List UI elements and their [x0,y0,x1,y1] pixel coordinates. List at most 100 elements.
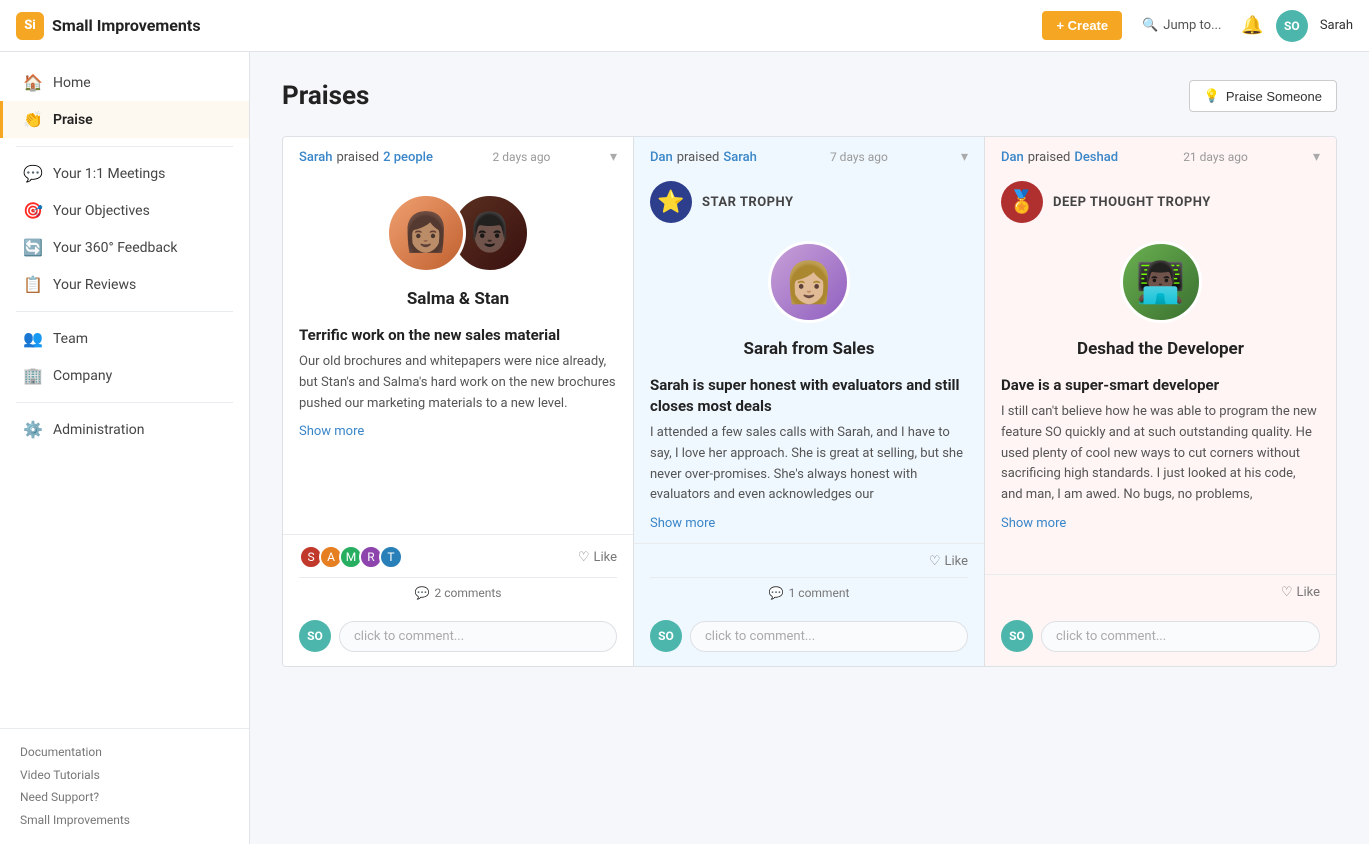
card-1-by[interactable]: Sarah [299,150,332,165]
sidebar-item-objectives[interactable]: 🎯 Your Objectives [0,192,249,229]
praise-someone-button[interactable]: 💡 Praise Someone [1189,80,1337,112]
user-avatar[interactable]: SO [1276,10,1308,42]
sidebar-item-home[interactable]: 🏠 Home [0,64,249,101]
card-1-praise-body: Our old brochures and whitepapers were n… [283,352,633,424]
card-2-person-name: Sarah from Sales [634,331,984,363]
card-3-header: Dan praised Deshad 21 days ago ▾ [985,137,1336,177]
card-2-trophy-label: STAR TROPHY [702,195,794,210]
sidebar-item-feedback[interactable]: 🔄 Your 360° Feedback [0,229,249,266]
sidebar-label-feedback: Your 360° Feedback [53,240,177,256]
card-1-chevron[interactable]: ▾ [610,149,617,165]
card-3-meta: Dan praised Deshad [1001,150,1118,165]
user-name[interactable]: Sarah [1320,18,1353,33]
card-3-time: 21 days ago [1183,150,1248,164]
card-1-comments-text[interactable]: 2 comments [434,586,501,600]
sidebar-label-administration: Administration [53,422,144,438]
sidebar-item-team[interactable]: 👥 Team [0,320,249,357]
praise-someone-label: Praise Someone [1226,89,1322,104]
footer-link-si[interactable]: Small Improvements [20,809,229,832]
page-title: Praises [282,81,369,111]
card-3-commenter-avatar: SO [1001,620,1033,652]
card-1-action: praised [336,150,379,165]
team-icon: 👥 [23,329,43,348]
card-1-target[interactable]: 2 people [383,150,433,165]
topnav: Si Small Improvements + Create 🔍 Jump to… [0,0,1369,52]
card-2-trophy-icon: ⭐ [650,181,692,223]
footer-link-docs[interactable]: Documentation [20,741,229,764]
praise-card-2: Dan praised Sarah 7 days ago ▾ ⭐ STAR TR… [634,137,985,666]
card-1-praise-title: Terrific work on the new sales material [283,313,633,352]
sidebar-label-reviews: Your Reviews [53,277,136,293]
notifications-button[interactable]: 🔔 [1241,15,1263,36]
sidebar: 🏠 Home 👏 Praise 💬 Your 1:1 Meetings 🎯 Yo… [0,52,250,844]
card-2-avatar-sarah: 👩🏼 [768,241,850,323]
card-1-like-button[interactable]: ♡ Like [578,550,617,565]
meetings-icon: 💬 [23,164,43,183]
card-3-like-button[interactable]: ♡ Like [1281,585,1320,600]
card-2-by[interactable]: Dan [650,150,673,165]
card-2-comments-text[interactable]: 1 comment [789,586,850,600]
card-3-action: praised [1028,150,1071,165]
jump-to-button[interactable]: 🔍 Jump to... [1134,14,1229,37]
sidebar-label-praise: Praise [53,112,93,128]
sidebar-item-praise[interactable]: 👏 Praise [0,101,249,138]
card-3-footer: ♡ Like [985,574,1336,610]
footer-link-tutorials[interactable]: Video Tutorials [20,764,229,787]
praise-icon: 👏 [23,110,43,129]
card-1-footer: S A M R T ♡ Like 💬 2 comments [283,534,633,610]
home-icon: 🏠 [23,73,43,92]
page-header: Praises 💡 Praise Someone [282,80,1337,112]
card-1-comment-input[interactable]: click to comment... [339,621,617,652]
sidebar-label-home: Home [53,75,91,91]
card-1-reactions: S A M R T ♡ Like [299,545,617,569]
card-3-show-more[interactable]: Show more [985,516,1336,543]
card-2-footer: ♡ Like 💬 1 comment [634,543,984,610]
card-1-meta: Sarah praised 2 people [299,150,433,165]
card-3-target[interactable]: Deshad [1074,150,1118,165]
sidebar-divider-3 [16,402,233,403]
footer-link-support[interactable]: Need Support? [20,786,229,809]
comment-icon-2: 💬 [769,586,784,600]
card-1-comment-row: SO click to comment... [283,610,633,666]
card-2-comment-input[interactable]: click to comment... [690,621,968,652]
card-1-person-name: Salma & Stan [283,281,633,313]
sidebar-footer: Documentation Video Tutorials Need Suppo… [0,728,249,844]
logo-badge: Si [16,12,44,40]
sidebar-item-administration[interactable]: ⚙️ Administration [0,411,249,448]
card-2-chevron[interactable]: ▾ [961,149,968,165]
like-label: Like [593,550,617,565]
card-2-meta: Dan praised Sarah [650,150,757,165]
card-2-trophy-row: ⭐ STAR TROPHY [634,177,984,231]
app-name: Small Improvements [52,16,201,35]
praise-card-1: Sarah praised 2 people 2 days ago ▾ 👩🏽 👨… [283,137,634,666]
card-3-praise-title: Dave is a super-smart developer [985,363,1336,402]
card-2-avatars: 👩🏼 [634,231,984,331]
card-1-reaction-avatars: S A M R T [299,545,403,569]
comment-icon: 💬 [415,586,430,600]
card-2-comments-count: 💬 1 comment [650,577,968,600]
search-icon: 🔍 [1142,18,1158,33]
sidebar-item-reviews[interactable]: 📋 Your Reviews [0,266,249,303]
lightbulb-icon: 💡 [1204,88,1220,104]
card-1-show-more[interactable]: Show more [283,424,633,451]
card-3-chevron[interactable]: ▾ [1313,149,1320,165]
sidebar-item-meetings[interactable]: 💬 Your 1:1 Meetings [0,155,249,192]
feedback-icon: 🔄 [23,238,43,257]
card-3-comment-input[interactable]: click to comment... [1041,621,1320,652]
card-3-reactions: ♡ Like [1001,585,1320,600]
heart-icon-3: ♡ [1281,585,1293,600]
card-2-like-button[interactable]: ♡ Like [929,554,968,569]
card-2-show-more[interactable]: Show more [634,516,984,543]
app-logo[interactable]: Si Small Improvements [16,12,201,40]
create-button[interactable]: + Create [1042,11,1122,40]
heart-icon-2: ♡ [929,554,941,569]
card-2-target[interactable]: Sarah [723,150,756,165]
card-3-by[interactable]: Dan [1001,150,1024,165]
sidebar-nav: 🏠 Home 👏 Praise 💬 Your 1:1 Meetings 🎯 Yo… [0,52,249,728]
sidebar-item-company[interactable]: 🏢 Company [0,357,249,394]
administration-icon: ⚙️ [23,420,43,439]
card-1-avatar-salma: 👩🏽 [386,193,466,273]
card-3-comment-row: SO click to comment... [985,610,1336,666]
card-3-praise-body: I still can't believe how he was able to… [985,402,1336,516]
card-2-comment-row: SO click to comment... [634,610,984,666]
